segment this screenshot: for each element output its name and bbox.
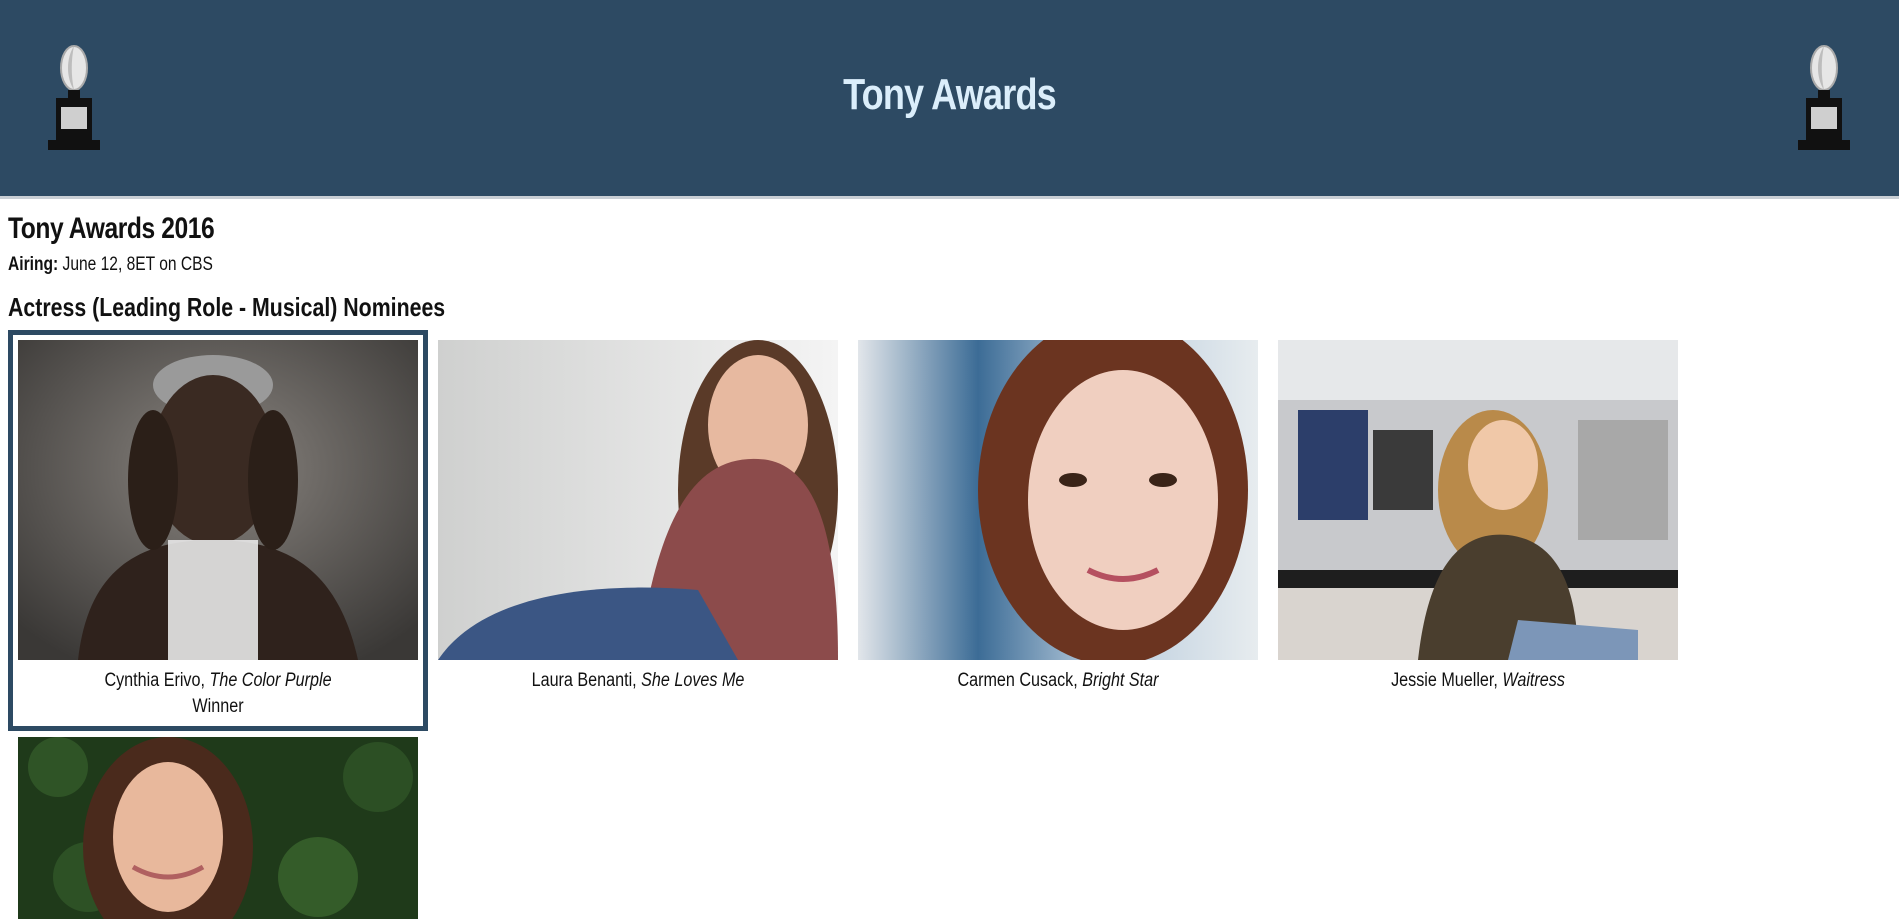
nominee-photo	[18, 340, 418, 660]
nominee-photo	[438, 340, 838, 660]
airing-label: Airing:	[8, 254, 59, 275]
nominee-card[interactable]: Laura Benanti, She Loves Me	[438, 340, 838, 694]
airing-info: Airing: June 12, 8ET on CBS	[8, 254, 213, 276]
nominee-photo	[858, 340, 1258, 660]
nominee-card[interactable]: Carmen Cusack, Bright Star	[858, 340, 1258, 694]
nominee-card-winner[interactable]: Cynthia Erivo, The Color Purple Winner	[8, 330, 428, 731]
airing-value: June 12, 8ET on CBS	[62, 254, 213, 275]
nominee-show: The Color Purple	[209, 670, 332, 691]
nominee-name: Cynthia Erivo,	[104, 670, 205, 691]
nominee-name: Carmen Cusack,	[957, 670, 1078, 691]
nominee-photo	[1278, 340, 1678, 660]
nominee-caption: Cynthia Erivo, The Color Purple Winner	[44, 668, 393, 720]
site-header: Tony Awards	[0, 0, 1899, 199]
category-title: Actress (Leading Role - Musical) Nominee…	[8, 292, 446, 322]
nominee-caption: Carmen Cusack, Bright Star	[888, 668, 1228, 694]
page-title: Tony Awards 2016	[8, 212, 215, 245]
header-title: Tony Awards	[843, 70, 1057, 119]
winner-label: Winner	[192, 696, 244, 717]
nominee-card[interactable]	[18, 737, 418, 919]
nominee-card[interactable]: Jessie Mueller, Waitress	[1278, 340, 1678, 694]
nominee-show: She Loves Me	[641, 670, 745, 691]
tony-trophy-icon	[48, 45, 100, 150]
nominee-show: Waitress	[1502, 670, 1565, 691]
nominee-name: Jessie Mueller,	[1391, 670, 1498, 691]
nominee-name: Laura Benanti,	[531, 670, 637, 691]
nominee-caption: Jessie Mueller, Waitress	[1308, 668, 1648, 694]
nominee-show: Bright Star	[1082, 670, 1159, 691]
tony-trophy-icon	[1798, 45, 1850, 150]
nominee-photo	[18, 737, 418, 919]
nominee-caption: Laura Benanti, She Loves Me	[468, 668, 808, 694]
